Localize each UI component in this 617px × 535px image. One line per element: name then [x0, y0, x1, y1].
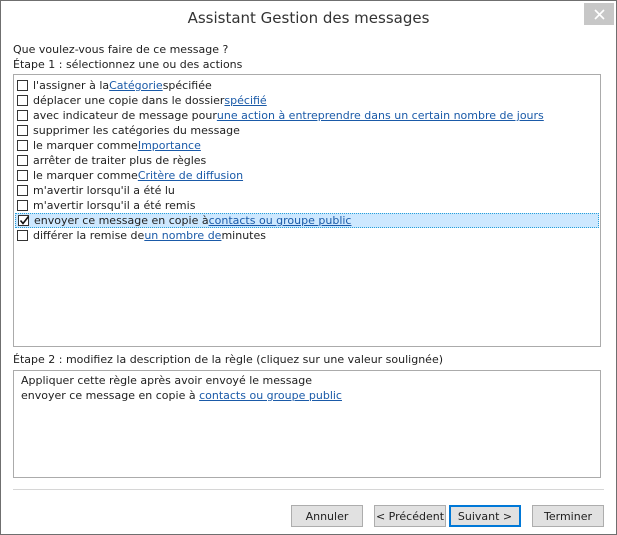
action-text: envoyer ce message en copie à — [34, 214, 209, 227]
description-line-1: Appliquer cette règle après avoir envoyé… — [21, 374, 312, 387]
close-icon — [593, 8, 605, 20]
action-row[interactable]: l'assigner à la Catégorie spécifiée — [15, 78, 599, 93]
action-row[interactable]: m'avertir lorsqu'il a été lu — [15, 183, 599, 198]
next-button[interactable]: Suivant > — [449, 505, 521, 527]
action-row[interactable]: m'avertir lorsqu'il a été remis — [15, 198, 599, 213]
rules-wizard-dialog: Assistant Gestion des messages Que voule… — [0, 0, 617, 535]
action-text: déplacer une copie dans le dossier — [33, 94, 225, 107]
action-text: supprimer les catégories du message — [33, 124, 240, 137]
action-link[interactable]: Importance — [138, 139, 201, 152]
action-checkbox[interactable] — [17, 110, 28, 121]
action-link[interactable]: Catégorie — [109, 79, 163, 92]
action-row[interactable]: envoyer ce message en copie à contacts o… — [15, 213, 599, 228]
separator — [13, 489, 604, 490]
action-text: arrêter de traiter plus de règles — [33, 154, 207, 167]
action-text-suffix: spécifiée — [162, 79, 212, 92]
action-checkbox[interactable] — [17, 155, 28, 166]
action-text: l'assigner à la — [33, 79, 110, 92]
action-checkbox[interactable] — [18, 215, 30, 226]
action-text: le marquer comme — [33, 169, 138, 182]
action-checkbox[interactable] — [17, 230, 28, 241]
dialog-title: Assistant Gestion des messages — [187, 9, 430, 27]
description-line-2-text: envoyer ce message en copie à — [21, 389, 200, 402]
step1-label: Étape 1 : sélectionnez une ou des action… — [13, 58, 243, 71]
action-row[interactable]: le marquer comme Importance — [15, 138, 599, 153]
action-link[interactable]: Critère de diffusion — [138, 169, 243, 182]
finish-button[interactable]: Terminer — [532, 505, 604, 527]
action-row[interactable]: avec indicateur de message pour une acti… — [15, 108, 599, 123]
action-text: m'avertir lorsqu'il a été remis — [33, 199, 196, 212]
description-line-2: envoyer ce message en copie à contacts o… — [21, 389, 342, 402]
action-text-suffix: minutes — [221, 229, 266, 242]
action-checkbox[interactable] — [17, 95, 28, 106]
action-row[interactable]: déplacer une copie dans le dossier spéci… — [15, 93, 599, 108]
action-checkbox[interactable] — [17, 140, 28, 151]
action-checkbox[interactable] — [17, 170, 28, 181]
actions-list[interactable]: l'assigner à la Catégorie spécifiée dépla… — [13, 74, 601, 347]
action-text: avec indicateur de message pour — [33, 109, 217, 122]
action-row[interactable]: arrêter de traiter plus de règles — [15, 153, 599, 168]
action-text: m'avertir lorsqu'il a été lu — [33, 184, 175, 197]
action-text: le marquer comme — [33, 139, 138, 152]
action-checkbox[interactable] — [17, 200, 28, 211]
back-button[interactable]: < Précédent — [374, 505, 446, 527]
step2-label: Étape 2 : modifiez la description de la … — [13, 353, 444, 366]
action-checkbox[interactable] — [17, 185, 28, 196]
action-row[interactable]: le marquer comme Critère de diffusion — [15, 168, 599, 183]
checkmark-icon — [19, 216, 30, 225]
description-contacts-link[interactable]: contacts ou groupe public — [199, 389, 342, 402]
action-checkbox[interactable] — [17, 80, 28, 91]
action-link[interactable]: un nombre de — [144, 229, 221, 242]
action-row[interactable]: supprimer les catégories du message — [15, 123, 599, 138]
action-link[interactable]: une action à entreprendre dans un certai… — [217, 109, 544, 122]
action-row[interactable]: différer la remise de un nombre de minut… — [15, 228, 599, 243]
question-label: Que voulez-vous faire de ce message ? — [13, 43, 229, 56]
action-link[interactable]: contacts ou groupe public — [209, 214, 352, 227]
action-checkbox[interactable] — [17, 125, 28, 136]
title-bar: Assistant Gestion des messages — [1, 1, 616, 35]
cancel-button[interactable]: Annuler — [291, 505, 363, 527]
action-link[interactable]: spécifié — [224, 94, 266, 107]
close-button[interactable] — [584, 3, 614, 25]
action-text: différer la remise de — [33, 229, 145, 242]
rule-description-box: Appliquer cette règle après avoir envoyé… — [13, 370, 601, 478]
